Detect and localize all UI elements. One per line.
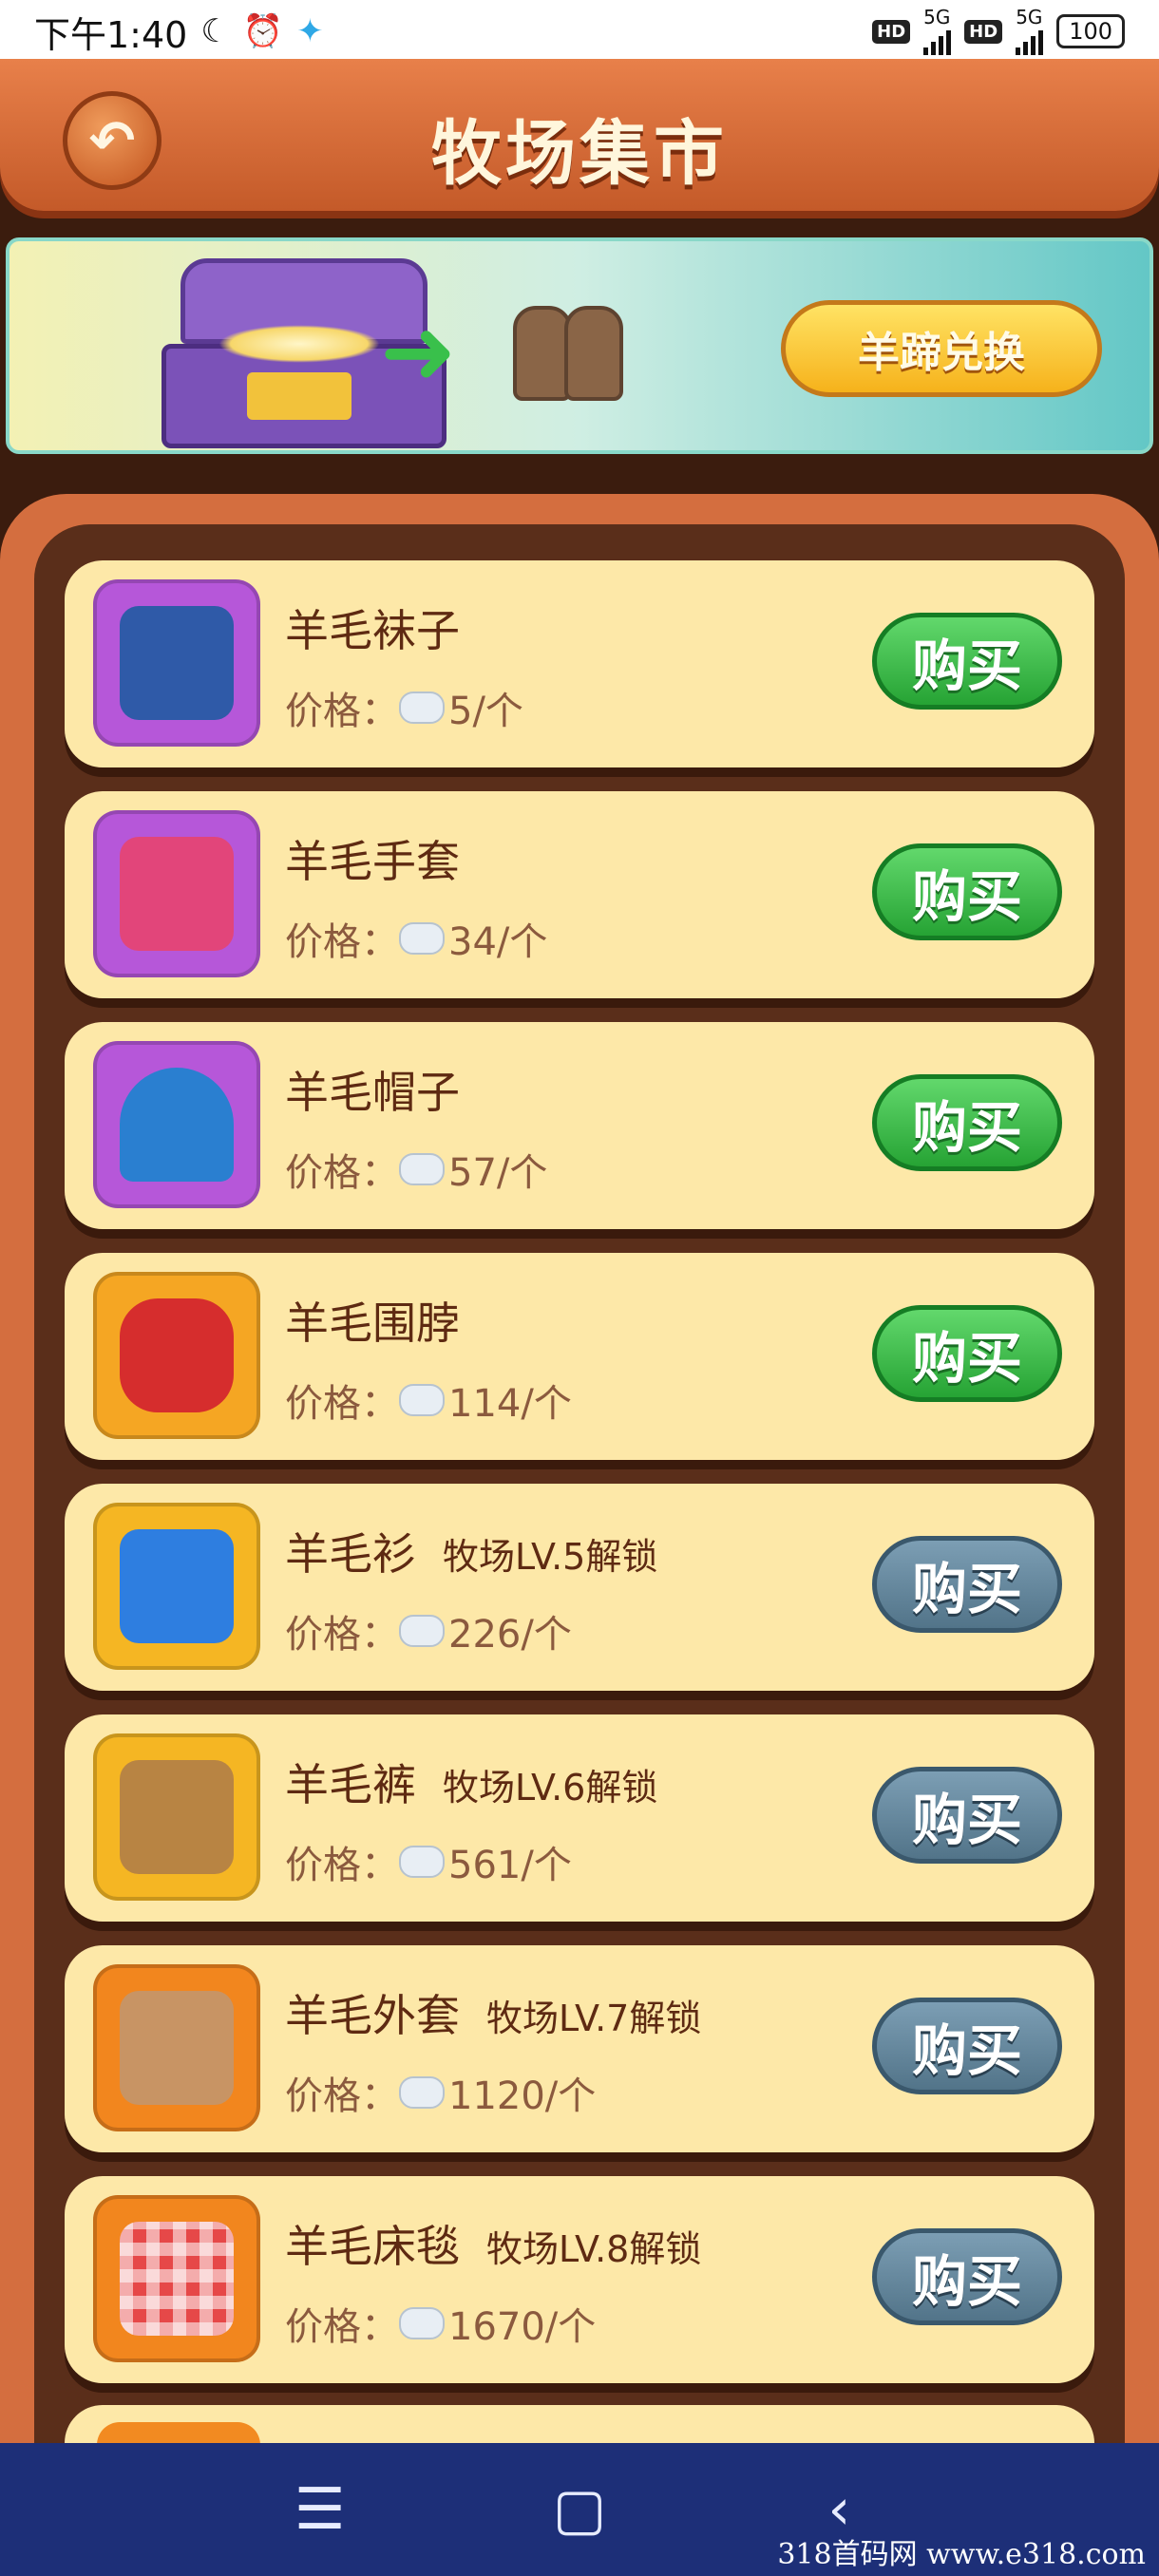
unlock-requirement: 牧场LV.6解锁 xyxy=(443,1767,658,1809)
item-name: 羊毛衫 xyxy=(285,1528,416,1580)
item-price: 57/个 xyxy=(448,1151,548,1195)
wool-glove-icon xyxy=(120,837,234,951)
arrow-icon: ➜ xyxy=(380,298,457,405)
buy-button[interactable]: 购买 xyxy=(872,843,1062,940)
item-icon-box xyxy=(93,1041,260,1208)
unlock-requirement: 牧场LV.5解锁 xyxy=(443,1536,658,1578)
list-item: 羊毛外套 牧场LV.7解锁 价格： 1120/个 购买 xyxy=(65,1945,1094,2152)
menu-icon[interactable]: ☰ xyxy=(273,2476,368,2543)
hoof-exchange-button[interactable]: 羊蹄兑换 xyxy=(781,300,1102,397)
price-label: 价格： xyxy=(285,690,399,733)
wool-icon xyxy=(399,1153,445,1185)
price-label: 价格： xyxy=(285,2074,399,2118)
price-label: 价格： xyxy=(285,2305,399,2349)
wool-icon xyxy=(399,2307,445,2339)
battery-icon: 100 xyxy=(1056,14,1125,48)
moon-icon: ☾ xyxy=(200,12,230,50)
header-bar: ↶ 牧场集市 xyxy=(0,59,1159,211)
list-item: 羊毛帽子 价格： 57/个 购买 xyxy=(65,1022,1094,1229)
watermark: 318首码网 www.e318.com xyxy=(777,2538,1146,2571)
item-name: 羊毛床毯 xyxy=(285,2221,460,2272)
list-item: 羊毛衫 牧场LV.5解锁 价格： 226/个 购买 xyxy=(65,1484,1094,1691)
list-item: 羊毛围脖 价格： 114/个 购买 xyxy=(65,1253,1094,1460)
item-price: 226/个 xyxy=(448,1613,572,1657)
wool-icon xyxy=(399,1615,445,1647)
item-name: 羊毛袜子 xyxy=(285,605,460,656)
hd-badge: HD xyxy=(872,19,911,44)
price-label: 价格： xyxy=(285,1382,399,1426)
buy-button[interactable]: 购买 xyxy=(872,1074,1062,1171)
page-title: 牧场集市 xyxy=(431,113,728,195)
price-label: 价格： xyxy=(285,920,399,964)
item-icon-box xyxy=(93,810,260,977)
wool-sock-icon xyxy=(120,606,234,720)
wool-pants-icon xyxy=(120,1760,234,1874)
price-label: 价格： xyxy=(285,1613,399,1657)
item-price: 34/个 xyxy=(448,920,548,964)
wool-icon xyxy=(399,922,445,955)
item-price: 561/个 xyxy=(448,1844,572,1887)
app-notification-icon: ✦ xyxy=(296,12,324,50)
list-item: 羊毛袜子 价格： 5/个 购买 xyxy=(65,560,1094,767)
item-price: 1120/个 xyxy=(448,2074,597,2118)
unlock-requirement: 牧场LV.7解锁 xyxy=(486,1998,702,2039)
buy-button[interactable]: 购买 xyxy=(872,1998,1062,2094)
buy-button[interactable]: 购买 xyxy=(872,1305,1062,1402)
item-name: 羊毛帽子 xyxy=(285,1067,460,1118)
network-type: 5G xyxy=(923,6,951,28)
item-icon-box xyxy=(93,1272,260,1439)
wool-icon xyxy=(399,691,445,724)
item-name: 羊毛手套 xyxy=(285,836,460,887)
item-name: 羊毛外套 xyxy=(285,1990,460,2041)
clock: 下午1:40 xyxy=(34,13,188,56)
hd-badge: HD xyxy=(964,19,1003,44)
item-icon-box xyxy=(93,2195,260,2362)
buy-button[interactable]: 购买 xyxy=(872,1767,1062,1864)
item-icon-box xyxy=(93,579,260,747)
list-item: 羊毛手套 价格： 34/个 购买 xyxy=(65,791,1094,998)
exchange-banner: ➜ 羊蹄兑换 xyxy=(6,237,1153,454)
wool-icon xyxy=(399,1846,445,1878)
item-price: 114/个 xyxy=(448,1382,572,1426)
status-bar: 下午1:40 ☾ ⏰ ✦ HD 5G HD 5G 100 xyxy=(0,0,1159,63)
home-icon[interactable]: ▢ xyxy=(532,2476,627,2543)
wool-icon xyxy=(399,2076,445,2109)
price-label: 价格： xyxy=(285,1151,399,1195)
wool-sweater-icon xyxy=(120,1529,234,1643)
network-type: 5G xyxy=(1016,6,1043,28)
item-price: 1670/个 xyxy=(448,2305,597,2349)
item-price: 5/个 xyxy=(448,690,523,733)
buy-button[interactable]: 购买 xyxy=(872,613,1062,710)
unlock-requirement: 牧场LV.8解锁 xyxy=(486,2228,702,2270)
wool-coat-icon xyxy=(120,1991,234,2105)
item-name: 羊毛裤 xyxy=(285,1759,416,1810)
item-icon-box xyxy=(93,1964,260,2131)
signal-icon: 5G xyxy=(1016,6,1044,55)
wool-hat-icon xyxy=(120,1068,234,1182)
wool-icon xyxy=(399,1384,445,1416)
wool-scarf-icon xyxy=(120,1298,234,1412)
sheep-hoof-icon xyxy=(504,296,627,410)
list-item: 羊毛裤 牧场LV.6解锁 价格： 561/个 购买 xyxy=(65,1714,1094,1922)
signal-icon: 5G xyxy=(923,6,952,55)
item-icon-box xyxy=(93,1503,260,1670)
buy-button[interactable]: 购买 xyxy=(872,1536,1062,1633)
buy-button[interactable]: 购买 xyxy=(872,2228,1062,2325)
item-icon-box xyxy=(93,1733,260,1901)
wool-blanket-icon xyxy=(120,2222,234,2336)
list-item: 羊毛床毯 牧场LV.8解锁 价格： 1670/个 购买 xyxy=(65,2176,1094,2383)
price-label: 价格： xyxy=(285,1844,399,1887)
item-name: 羊毛围脖 xyxy=(285,1297,460,1349)
alarm-icon: ⏰ xyxy=(242,12,284,50)
